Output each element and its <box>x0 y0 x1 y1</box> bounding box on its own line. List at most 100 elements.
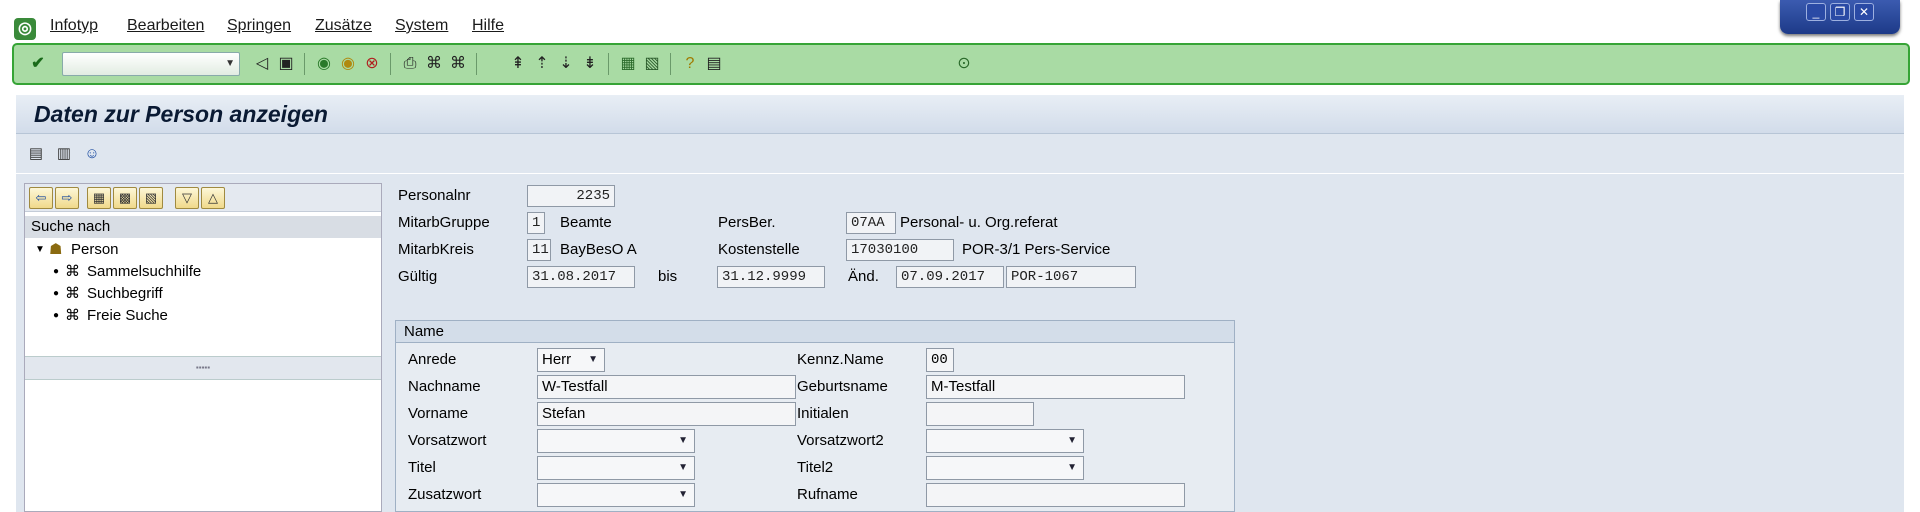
gueltig-to-field[interactable]: 31.12.9999 <box>717 266 825 288</box>
person-icon[interactable]: ☺ <box>82 144 102 164</box>
last-page-icon[interactable]: ⇟ <box>580 54 600 74</box>
toolbar-separator <box>476 53 477 75</box>
menu-bearbeiten[interactable]: Bearbeiten <box>127 17 204 35</box>
chevron-down-icon: ▼ <box>1067 462 1077 473</box>
shortcut-icon[interactable]: ▧ <box>642 54 662 74</box>
select-icon[interactable]: ▦ <box>87 187 111 209</box>
initialen-label: Initialen <box>797 405 849 422</box>
back-icon[interactable]: ◉ <box>314 54 334 74</box>
application-toolbar: ▤ ▥ ☺ <box>16 133 1904 173</box>
command-field[interactable]: ▼ <box>62 52 240 76</box>
initialen-field[interactable] <box>926 402 1034 426</box>
rufname-label: Rufname <box>797 486 858 503</box>
personalnr-field[interactable]: 2235 <box>527 185 615 207</box>
mitarbgruppe-label: MitarbGruppe <box>398 214 490 231</box>
anrede-select[interactable]: Herr ▼ <box>537 348 605 372</box>
select-all-icon[interactable]: ▩ <box>113 187 137 209</box>
kostenstelle-label: Kostenstelle <box>718 241 800 258</box>
chevron-down-icon: ▼ <box>1067 435 1077 446</box>
overview-icon[interactable]: ▤ <box>26 144 46 164</box>
menu-hilfe[interactable]: Hilfe <box>472 17 504 35</box>
vorname-field[interactable]: Stefan <box>537 402 796 426</box>
find-next-icon[interactable]: ⌘ <box>448 54 468 74</box>
object-navigator: ⇦ ⇨ ▦ ▩ ▧ ▽ △ Suche nach ▼ ☗ Person ● ⌘ … <box>24 183 382 512</box>
kennz-name-field[interactable]: 00 <box>926 348 954 372</box>
persber-text: Personal- u. Org.referat <box>900 214 1058 231</box>
menu-zusaetze[interactable]: Zusätze <box>315 17 372 35</box>
toolbar-separator <box>390 53 391 75</box>
page-title: Daten zur Person anzeigen <box>34 101 328 127</box>
print-icon[interactable]: ⎙ <box>400 54 420 74</box>
rufname-field[interactable] <box>926 483 1185 507</box>
titel2-select[interactable]: ▼ <box>926 456 1084 480</box>
chevron-down-icon: ▼ <box>678 462 688 473</box>
arrow-left-icon[interactable]: ⇦ <box>29 187 53 209</box>
kennz-name-label: Kennz.Name <box>797 351 884 368</box>
titel-label: Titel <box>408 459 436 476</box>
aend-date-field[interactable]: 07.09.2017 <box>896 266 1004 288</box>
splitter-handle[interactable]: ▪▪▪▪▪ <box>25 356 381 380</box>
geburtsname-field[interactable]: M-Testfall <box>926 375 1185 399</box>
menu-system[interactable]: System <box>395 17 448 35</box>
vorsatzwort-select[interactable]: ▼ <box>537 429 695 453</box>
window-controls: _ ❐ ✕ <box>1780 0 1900 34</box>
name-group-box: Name Anrede Herr ▼ Kennz.Name 00 Nachnam… <box>395 320 1235 512</box>
save-icon[interactable]: ▣ <box>276 54 296 74</box>
document-icon[interactable]: ▥ <box>54 144 74 164</box>
vorname-label: Vorname <box>408 405 469 422</box>
bullet-icon: ● <box>53 266 60 277</box>
status-target-icon[interactable]: ⊙ <box>954 54 974 74</box>
kostenstelle-field[interactable]: 17030100 <box>846 239 954 261</box>
close-button[interactable]: ✕ <box>1854 3 1874 21</box>
bullet-icon: ● <box>53 310 60 321</box>
mitarbgruppe-field[interactable]: 1 <box>527 212 545 234</box>
standard-toolbar: ✔ ▼ ◁ ▣ ◉ ◉ ⊗ ⎙ ⌘ ⌘ ⇞ ⇡ ⇣ ⇟ ▦ ▧ ? ▤ ⊙ <box>12 43 1910 85</box>
collapse-icon[interactable]: ▽ <box>175 187 199 209</box>
navigator-toolbar: ⇦ ⇨ ▦ ▩ ▧ ▽ △ <box>25 184 381 212</box>
toolbar-separator <box>608 53 609 75</box>
nachname-label: Nachname <box>408 378 481 395</box>
mitarbkreis-field[interactable]: 11 <box>527 239 551 261</box>
screen-title-bar: Daten zur Person anzeigen <box>16 95 1904 133</box>
persber-label: PersBer. <box>718 214 776 231</box>
vorsatzwort2-label: Vorsatzwort2 <box>797 432 884 449</box>
minimize-button[interactable]: _ <box>1806 3 1826 21</box>
exit-icon[interactable]: ◉ <box>338 54 358 74</box>
anrede-label: Anrede <box>408 351 457 368</box>
geburtsname-label: Geburtsname <box>797 378 888 395</box>
chevron-down-icon[interactable]: ▼ <box>225 58 235 69</box>
gueltig-from-field[interactable]: 31.08.2017 <box>527 266 635 288</box>
restore-button[interactable]: ❐ <box>1830 3 1850 21</box>
tree-node-freie-suche[interactable]: Freie Suche <box>87 306 168 326</box>
sap-system-icon[interactable]: ◎ <box>14 18 36 40</box>
chevron-down-icon: ▼ <box>678 435 688 446</box>
back-arrow-icon[interactable]: ◁ <box>252 54 272 74</box>
binoculars-icon: ⌘ <box>65 263 80 280</box>
cancel-icon[interactable]: ⊗ <box>362 54 382 74</box>
nachname-field[interactable]: W-Testfall <box>537 375 796 399</box>
zusatzwort-label: Zusatzwort <box>408 486 482 503</box>
previous-page-icon[interactable]: ⇡ <box>532 54 552 74</box>
find-icon[interactable]: ⌘ <box>424 54 444 74</box>
name-group-title: Name <box>396 321 1234 343</box>
next-page-icon[interactable]: ⇣ <box>556 54 576 74</box>
tree-node-suchbegriff[interactable]: Suchbegriff <box>87 284 163 304</box>
zusatzwort-select[interactable]: ▼ <box>537 483 695 507</box>
tree-collapse-icon[interactable]: ▼ <box>35 240 45 260</box>
layout-menu-icon[interactable]: ▤ <box>704 54 724 74</box>
persber-field[interactable]: 07AA <box>846 212 896 234</box>
aend-user-field[interactable]: POR-1067 <box>1006 266 1136 288</box>
deselect-icon[interactable]: ▧ <box>139 187 163 209</box>
menu-infotyp[interactable]: Infotyp <box>50 17 98 35</box>
expand-icon[interactable]: △ <box>201 187 225 209</box>
first-page-icon[interactable]: ⇞ <box>508 54 528 74</box>
help-icon[interactable]: ? <box>680 54 700 74</box>
menu-springen[interactable]: Springen <box>227 17 291 35</box>
new-session-icon[interactable]: ▦ <box>618 54 638 74</box>
tree-node-sammelsuchhilfe[interactable]: Sammelsuchhilfe <box>87 262 201 282</box>
arrow-right-icon[interactable]: ⇨ <box>55 187 79 209</box>
titel-select[interactable]: ▼ <box>537 456 695 480</box>
tree-node-person[interactable]: Person <box>71 240 119 260</box>
enter-check-icon[interactable]: ✔ <box>28 54 48 74</box>
vorsatzwort2-select[interactable]: ▼ <box>926 429 1084 453</box>
